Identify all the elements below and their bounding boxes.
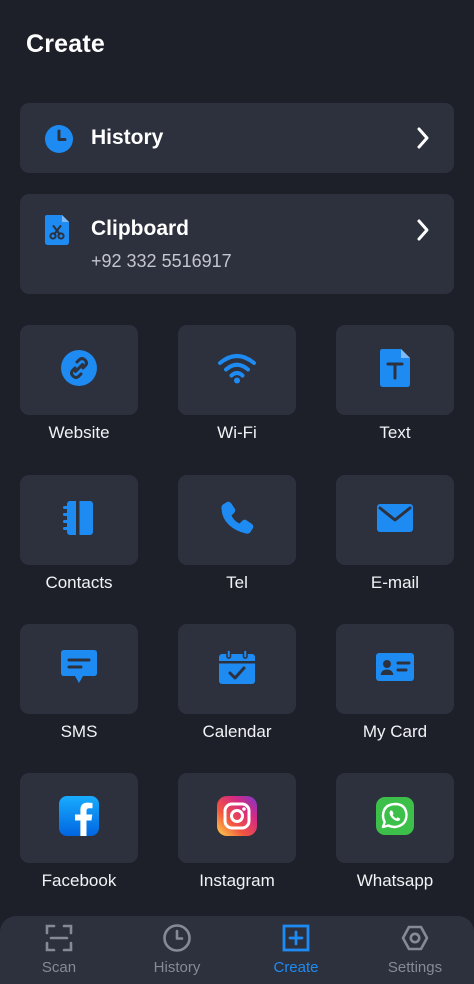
create-sms-button[interactable]: SMS (20, 624, 138, 741)
history-card-title: History (91, 126, 164, 149)
clock-icon (44, 124, 74, 159)
tile-label: Calendar (202, 722, 272, 741)
create-my-card-button[interactable]: My Card (336, 624, 454, 741)
tile-label: Instagram (199, 871, 275, 890)
history-clock-icon (163, 924, 191, 952)
tile (20, 624, 138, 714)
clipboard-card-title: Clipboard (91, 217, 189, 240)
chevron-right-icon (416, 218, 430, 247)
clipboard-card[interactable]: Clipboard +92 332 5516917 (20, 194, 454, 294)
phone-icon (219, 500, 255, 541)
create-facebook-button[interactable]: Facebook (20, 773, 138, 890)
tile (336, 325, 454, 415)
tile-label: Text (379, 423, 411, 442)
tile (178, 773, 296, 863)
history-card[interactable]: History (20, 103, 454, 173)
chevron-right-icon (416, 126, 430, 155)
create-contacts-button[interactable]: Contacts (20, 475, 138, 592)
tile (20, 325, 138, 415)
nav-label: Create (273, 959, 319, 976)
contacts-book-icon (62, 499, 96, 542)
plus-square-icon (282, 924, 310, 952)
create-website-button[interactable]: Website (20, 325, 138, 442)
nav-label: History (153, 959, 201, 976)
tile (336, 773, 454, 863)
wifi-icon (217, 352, 257, 389)
gear-icon (401, 924, 429, 952)
bottom-nav: Scan History Create Settings (0, 916, 474, 984)
create-email-button[interactable]: E-mail (336, 475, 454, 592)
clipboard-file-icon (44, 215, 70, 250)
create-calendar-button[interactable]: Calendar (178, 624, 296, 741)
create-tel-button[interactable]: Tel (178, 475, 296, 592)
tile-label: Wi-Fi (217, 423, 257, 442)
whatsapp-icon (376, 796, 414, 840)
tile (178, 624, 296, 714)
tile (178, 475, 296, 565)
tile (20, 475, 138, 565)
tile-label: SMS (60, 722, 98, 741)
tile-label: Contacts (45, 573, 113, 592)
nav-label: Settings (387, 959, 443, 976)
create-whatsapp-button[interactable]: Whatsapp (336, 773, 454, 890)
facebook-icon (59, 795, 99, 841)
nav-history[interactable]: History (118, 916, 236, 984)
link-icon (60, 349, 98, 392)
nav-settings[interactable]: Settings (356, 916, 474, 984)
clipboard-content: +92 332 5516917 (91, 251, 232, 271)
tile (336, 475, 454, 565)
instagram-icon (217, 795, 257, 841)
envelope-icon (376, 503, 414, 538)
scan-icon (45, 924, 73, 952)
create-instagram-button[interactable]: Instagram (178, 773, 296, 890)
message-icon (60, 649, 98, 690)
tile-label: Tel (226, 573, 248, 592)
tile-label: Whatsapp (356, 871, 434, 890)
create-wifi-button[interactable]: Wi-Fi (178, 325, 296, 442)
tile-label: Website (48, 423, 110, 442)
create-text-button[interactable]: Text (336, 325, 454, 442)
create-screen: Create History Clipboard +92 332 5516917… (0, 0, 474, 984)
page-title: Create (26, 30, 106, 58)
tile (178, 325, 296, 415)
tile (20, 773, 138, 863)
id-card-icon (375, 652, 415, 687)
nav-label: Scan (41, 959, 77, 976)
calendar-icon (218, 648, 256, 690)
nav-create[interactable]: Create (237, 916, 355, 984)
tile-label: My Card (362, 722, 428, 741)
nav-scan[interactable]: Scan (0, 916, 118, 984)
tile (336, 624, 454, 714)
tile-label: Facebook (41, 871, 117, 890)
text-file-icon (379, 348, 411, 392)
tile-label: E-mail (370, 573, 420, 592)
